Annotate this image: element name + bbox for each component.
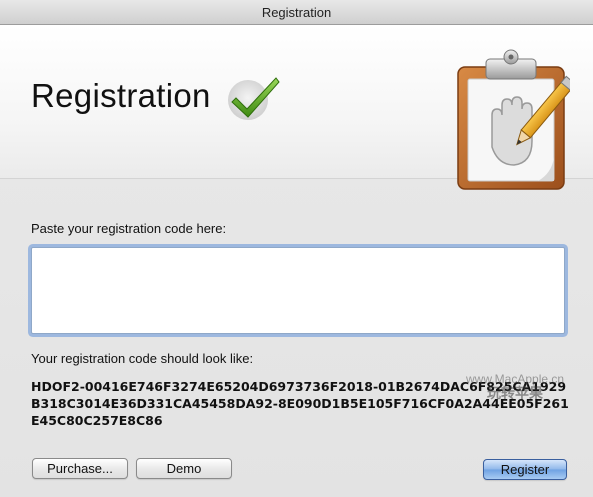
watermark: www.MacApple.cn 玩转苹果 <box>466 372 564 400</box>
registration-code-input[interactable] <box>31 247 565 334</box>
purchase-button[interactable]: Purchase... <box>32 458 128 479</box>
watermark-text: 玩转苹果 <box>487 385 544 401</box>
example-code-label: Your registration code should look like: <box>31 351 254 366</box>
header-panel: Registration <box>0 25 593 190</box>
window-title: Registration <box>261 5 332 20</box>
checkmark-icon <box>226 72 282 128</box>
page-title: Registration <box>31 77 211 114</box>
clipboard-hand-pencil-icon <box>452 45 577 193</box>
watermark-url: www.MacApple.cn <box>466 372 565 386</box>
window-titlebar: Registration <box>0 0 593 25</box>
demo-button[interactable]: Demo <box>136 458 232 479</box>
registration-window: Registration Registration Paste your reg… <box>0 0 593 497</box>
register-button[interactable]: Register <box>483 459 567 480</box>
code-prompt-label: Paste your registration code here: <box>31 221 227 236</box>
